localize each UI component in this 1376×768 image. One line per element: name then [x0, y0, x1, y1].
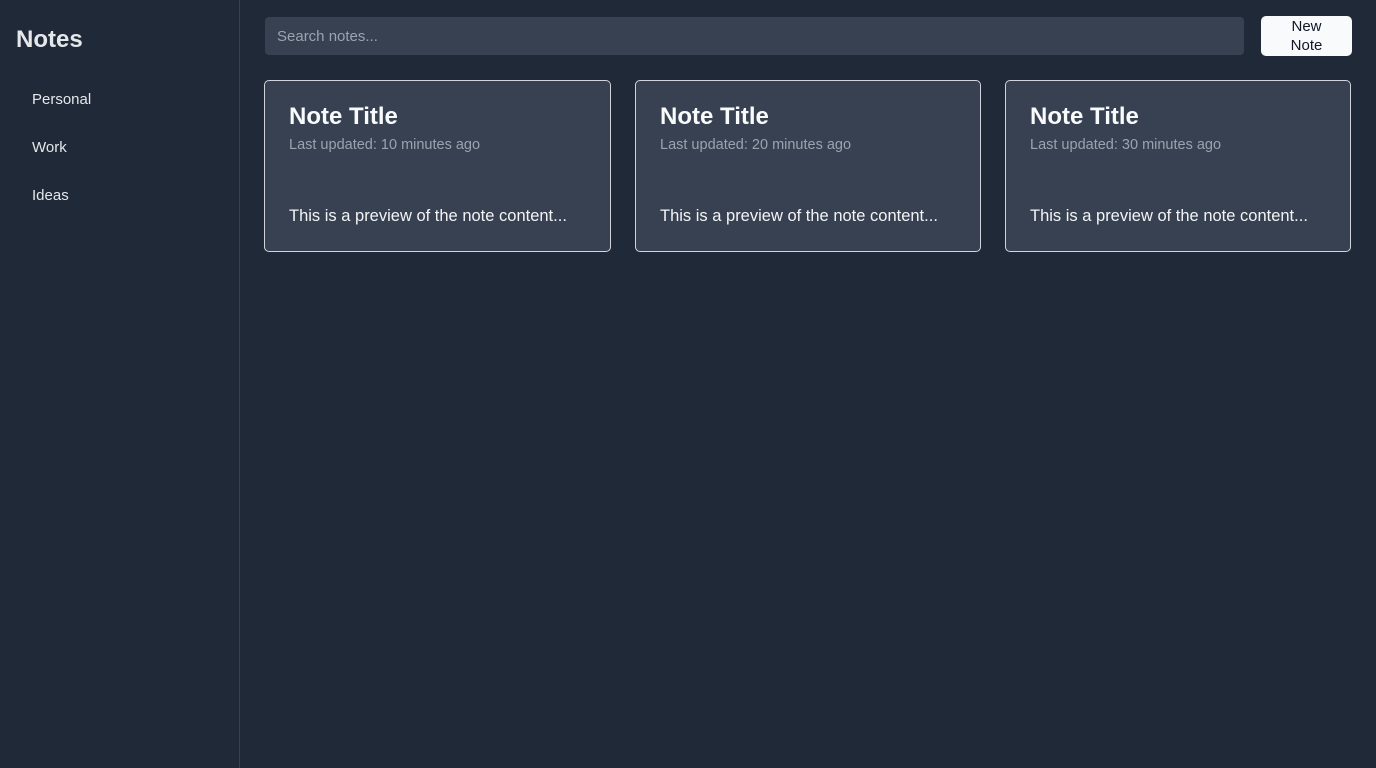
sidebar-item-ideas[interactable]: Ideas: [16, 180, 223, 212]
main-content: New Note Note Title Last updated: 10 min…: [240, 0, 1376, 768]
sidebar-item-work[interactable]: Work: [16, 132, 223, 164]
note-title: Note Title: [1030, 103, 1139, 130]
note-updated-time: Last updated: 30 minutes ago: [1030, 137, 1222, 153]
note-preview: This is a preview of the note content...: [289, 207, 567, 225]
note-preview: This is a preview of the note content...: [660, 207, 938, 225]
note-preview: This is a preview of the note content...: [1030, 207, 1308, 225]
sidebar: Notes Personal Work Ideas: [0, 0, 240, 768]
search-input[interactable]: [265, 17, 1244, 55]
note-title: Note Title: [289, 103, 398, 130]
sidebar-nav: Personal Work Ideas: [16, 84, 223, 228]
note-title: Note Title: [660, 103, 769, 130]
note-card[interactable]: Note Title Last updated: 30 minutes ago …: [1005, 80, 1351, 252]
note-card[interactable]: Note Title Last updated: 20 minutes ago …: [635, 80, 981, 252]
new-note-button[interactable]: New Note: [1261, 16, 1352, 56]
app-window: Notes Personal Work Ideas New Note Note …: [0, 0, 1376, 768]
note-updated-time: Last updated: 20 minutes ago: [660, 137, 852, 153]
note-card[interactable]: Note Title Last updated: 10 minutes ago …: [264, 80, 611, 252]
notes-grid: Note Title Last updated: 10 minutes ago …: [264, 80, 1351, 252]
note-updated-time: Last updated: 10 minutes ago: [289, 137, 481, 153]
sidebar-item-personal[interactable]: Personal: [16, 84, 223, 116]
app-title: Notes: [16, 26, 83, 53]
